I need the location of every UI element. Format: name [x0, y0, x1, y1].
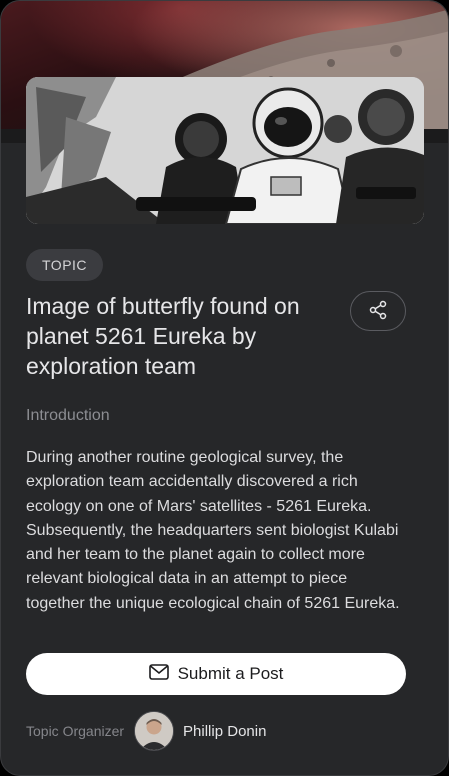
topic-badge: TOPIC — [26, 249, 104, 281]
organizer-label: Topic Organizer — [26, 723, 125, 739]
topic-card: TOPIC Image of butterfly found on planet… — [0, 0, 449, 776]
avatar[interactable] — [134, 711, 175, 751]
submit-post-button[interactable]: Submit a Post — [26, 653, 406, 695]
topic-title: Image of butterfly found on planet 5261 … — [26, 293, 300, 379]
submit-post-label: Submit a Post — [177, 664, 284, 683]
share-button[interactable] — [350, 291, 406, 331]
organizer-name[interactable]: Phillip Donin — [183, 723, 266, 740]
introduction-heading: Introduction — [26, 407, 110, 424]
feature-image-astronauts — [26, 77, 424, 224]
topic-organizer: Topic Organizer Phillip Donin — [26, 710, 266, 752]
introduction-text: During another routine geological survey… — [26, 449, 400, 612]
share-icon — [368, 300, 388, 323]
mail-icon — [148, 663, 169, 685]
